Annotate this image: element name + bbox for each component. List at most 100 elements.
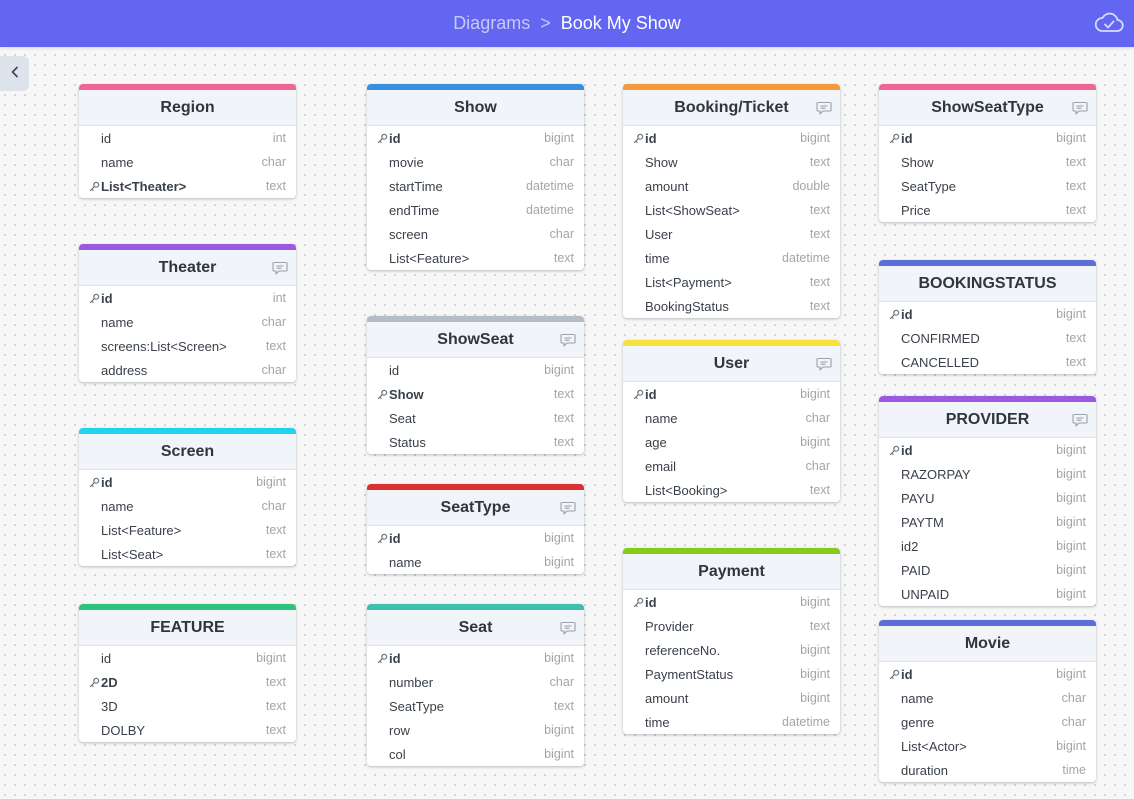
field-row[interactable]: startTime datetime [367, 174, 584, 198]
cloud-saved-icon[interactable] [1094, 9, 1124, 35]
table-header[interactable]: User [623, 346, 840, 382]
comment-icon[interactable] [272, 261, 288, 276]
field-row[interactable]: time datetime [623, 710, 840, 734]
table-screen[interactable]: Screen id bigint name char List<Feature> text L… [79, 428, 296, 566]
field-row[interactable]: id bigint [367, 526, 584, 550]
diagram-title[interactable]: Book My Show [561, 13, 681, 34]
field-row[interactable]: PAYU bigint [879, 486, 1096, 510]
table-header[interactable]: Show [367, 90, 584, 126]
table-header[interactable]: Region [79, 90, 296, 126]
table-seat[interactable]: Seat id bigint number char SeatType text row big… [367, 604, 584, 766]
field-row[interactable]: Show text [367, 382, 584, 406]
field-row[interactable]: movie char [367, 150, 584, 174]
comment-icon[interactable] [816, 357, 832, 372]
comment-icon[interactable] [560, 501, 576, 516]
field-row[interactable]: User text [623, 222, 840, 246]
table-theater[interactable]: Theater id int name char screens:List<Screen>… [79, 244, 296, 382]
field-row[interactable]: List<ShowSeat> text [623, 198, 840, 222]
table-booking-ticket[interactable]: Booking/Ticket id bigint Show text amount doub… [623, 84, 840, 318]
table-header[interactable]: ShowSeatType [879, 90, 1096, 126]
table-show[interactable]: Show id bigint movie char startTime datetime en… [367, 84, 584, 270]
table-bookingstatus[interactable]: BOOKINGSTATUS id bigint CONFIRMED text CANCEL… [879, 260, 1096, 374]
comment-icon[interactable] [1072, 413, 1088, 428]
field-row[interactable]: Show text [879, 150, 1096, 174]
field-row[interactable]: col bigint [367, 742, 584, 766]
field-row[interactable]: name char [79, 494, 296, 518]
field-row[interactable]: id bigint [623, 126, 840, 150]
field-row[interactable]: 3D text [79, 694, 296, 718]
field-row[interactable]: DOLBY text [79, 718, 296, 742]
field-row[interactable]: UNPAID bigint [879, 582, 1096, 606]
table-header[interactable]: SeatType [367, 490, 584, 526]
field-row[interactable]: duration time [879, 758, 1096, 782]
table-seattype[interactable]: SeatType id bigint name bigint [367, 484, 584, 574]
table-movie[interactable]: Movie id bigint name char genre char List<Actor… [879, 620, 1096, 782]
field-row[interactable]: id int [79, 286, 296, 310]
field-row[interactable]: row bigint [367, 718, 584, 742]
field-row[interactable]: List<Theater> text [79, 174, 296, 198]
field-row[interactable]: Price text [879, 198, 1096, 222]
table-header[interactable]: Screen [79, 434, 296, 470]
field-row[interactable]: PaymentStatus bigint [623, 662, 840, 686]
field-row[interactable]: name bigint [367, 550, 584, 574]
table-header[interactable]: BOOKINGSTATUS [879, 266, 1096, 302]
table-region[interactable]: Region id int name char List<Theater> text [79, 84, 296, 198]
field-row[interactable]: List<Payment> text [623, 270, 840, 294]
field-row[interactable]: Seat text [367, 406, 584, 430]
field-row[interactable]: time datetime [623, 246, 840, 270]
field-row[interactable]: address char [79, 358, 296, 382]
field-row[interactable]: id bigint [367, 126, 584, 150]
field-row[interactable]: PAID bigint [879, 558, 1096, 582]
field-row[interactable]: Status text [367, 430, 584, 454]
comment-icon[interactable] [560, 333, 576, 348]
field-row[interactable]: SeatType text [367, 694, 584, 718]
table-showseattype[interactable]: ShowSeatType id bigint Show text SeatType text… [879, 84, 1096, 222]
field-row[interactable]: List<Feature> text [79, 518, 296, 542]
field-row[interactable]: id bigint [367, 646, 584, 670]
field-row[interactable]: referenceNo. bigint [623, 638, 840, 662]
breadcrumb-diagrams-link[interactable]: Diagrams [453, 13, 530, 34]
field-row[interactable]: RAZORPAY bigint [879, 462, 1096, 486]
field-row[interactable]: id bigint [879, 438, 1096, 462]
table-user[interactable]: User id bigint name char age bigint email char Li… [623, 340, 840, 502]
field-row[interactable]: genre char [879, 710, 1096, 734]
field-row[interactable]: screens:List<Screen> text [79, 334, 296, 358]
field-row[interactable]: id bigint [623, 590, 840, 614]
field-row[interactable]: name char [879, 686, 1096, 710]
field-row[interactable]: Show text [623, 150, 840, 174]
field-row[interactable]: SeatType text [879, 174, 1096, 198]
field-row[interactable]: id bigint [879, 302, 1096, 326]
table-header[interactable]: ShowSeat [367, 322, 584, 358]
table-header[interactable]: Booking/Ticket [623, 90, 840, 126]
field-row[interactable]: List<Booking> text [623, 478, 840, 502]
field-row[interactable]: 2D text [79, 670, 296, 694]
field-row[interactable]: BookingStatus text [623, 294, 840, 318]
table-header[interactable]: Seat [367, 610, 584, 646]
field-row[interactable]: Provider text [623, 614, 840, 638]
field-row[interactable]: PAYTM bigint [879, 510, 1096, 534]
field-row[interactable]: List<Seat> text [79, 542, 296, 566]
comment-icon[interactable] [1072, 101, 1088, 116]
field-row[interactable]: id2 bigint [879, 534, 1096, 558]
table-header[interactable]: Theater [79, 250, 296, 286]
table-provider[interactable]: PROVIDER id bigint RAZORPAY bigint PAYU bigint… [879, 396, 1096, 606]
field-row[interactable]: name char [79, 310, 296, 334]
field-row[interactable]: screen char [367, 222, 584, 246]
collapse-sidebar-button[interactable] [0, 56, 29, 91]
field-row[interactable]: List<Feature> text [367, 246, 584, 270]
field-row[interactable]: CANCELLED text [879, 350, 1096, 374]
field-row[interactable]: name char [623, 406, 840, 430]
table-feature[interactable]: FEATURE id bigint 2D text 3D text DOLBY text [79, 604, 296, 742]
field-row[interactable]: List<Actor> bigint [879, 734, 1096, 758]
field-row[interactable]: number char [367, 670, 584, 694]
field-row[interactable]: email char [623, 454, 840, 478]
table-header[interactable]: PROVIDER [879, 402, 1096, 438]
field-row[interactable]: endTime datetime [367, 198, 584, 222]
table-payment[interactable]: Payment id bigint Provider text referenceNo. b… [623, 548, 840, 734]
table-header[interactable]: Payment [623, 554, 840, 590]
field-row[interactable]: id bigint [879, 662, 1096, 686]
table-showseat[interactable]: ShowSeat id bigint Show text Seat text Status te… [367, 316, 584, 454]
field-row[interactable]: id bigint [879, 126, 1096, 150]
table-header[interactable]: FEATURE [79, 610, 296, 646]
field-row[interactable]: amount bigint [623, 686, 840, 710]
